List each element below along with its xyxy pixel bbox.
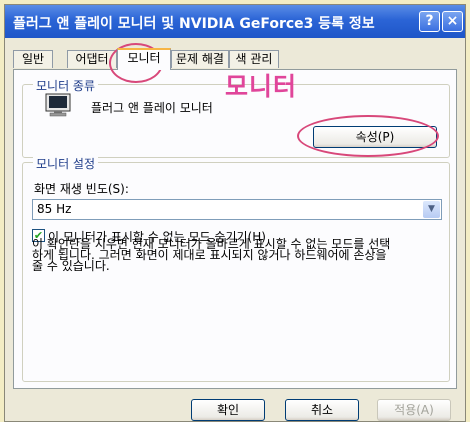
monitor-type-legend: 모니터 종류 [33,77,99,94]
screenshot-frame: 플러그 앤 플레이 모니터 및 NVIDIA GeForce3 등록 정보 ? … [0,0,470,422]
monitor-name: 플러그 앤 플레이 모니터 [91,101,213,115]
cancel-button[interactable]: 취소 [285,399,359,421]
monitor-settings-legend: 모니터 설정 [33,155,99,172]
chevron-down-icon[interactable]: ▼ [423,201,440,218]
properties-button-highlight [297,115,439,157]
ok-button[interactable]: 확인 [191,399,265,421]
warning-text: 이 확인란을 지우면 현재 모니터가 올바르게 표시할 수 없는 모드를 선택 … [32,238,442,273]
refresh-rate-select[interactable]: 85 Hz ▼ [32,199,442,220]
warning-line: 줄 수 있습니다. [32,259,110,273]
tab-general[interactable]: 일반 [13,50,53,68]
close-button[interactable]: × [442,11,463,32]
tab-monitor[interactable]: 모니터 [117,48,171,70]
title-bar[interactable]: 플러그 앤 플레이 모니터 및 NVIDIA GeForce3 등록 정보 ? … [5,5,465,38]
annotation-label: 모니터 [225,72,298,101]
help-button[interactable]: ? [419,11,440,32]
apply-button[interactable]: 적용(A) [377,399,451,421]
refresh-rate-value: 85 Hz [37,202,72,216]
monitor-icon [45,93,71,117]
tab-color-management[interactable]: 색 관리 [229,50,279,68]
display-properties-dialog: 플러그 앤 플레이 모니터 및 NVIDIA GeForce3 등록 정보 ? … [4,4,466,422]
refresh-rate-label: 화면 재생 빈도(S): [34,182,129,196]
tab-troubleshoot[interactable]: 문제 해결 [171,50,229,68]
window-title: 플러그 앤 플레이 모니터 및 NVIDIA GeForce3 등록 정보 [13,16,375,32]
